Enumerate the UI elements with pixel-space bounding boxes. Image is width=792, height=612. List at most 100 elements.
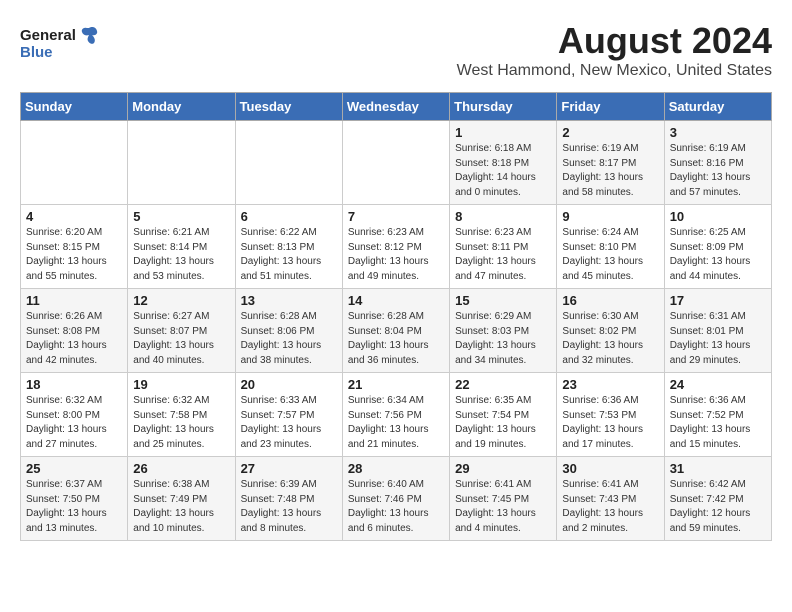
day-number: 7 bbox=[348, 209, 444, 224]
day-number: 1 bbox=[455, 125, 551, 140]
calendar-cell: 29Sunrise: 6:41 AM Sunset: 7:45 PM Dayli… bbox=[450, 457, 557, 541]
calendar-cell: 20 Sunrise: 6:33 AM Sunset: 7:57 PM Dayli… bbox=[235, 373, 342, 457]
calendar-cell: 11 Sunrise: 6:26 AM Sunset: 8:08 PM Dayli… bbox=[21, 289, 128, 373]
day-info: Sunrise: 6:41 AM Sunset: 7:43 PM Dayligh… bbox=[562, 478, 658, 536]
day-info: Sunrise: 6:40 AM Sunset: 7:46 PM Dayligh… bbox=[348, 478, 444, 536]
calendar-cell: 24 Sunrise: 6:36 AM Sunset: 7:52 PM Dayli… bbox=[664, 373, 771, 457]
day-info: Sunrise: 6:20 AM Sunset: 8:15 PM Dayligh… bbox=[26, 226, 122, 284]
column-header-saturday: Saturday bbox=[664, 93, 771, 121]
day-info: Sunrise: 6:33 AM Sunset: 7:57 PM Dayligh… bbox=[241, 394, 337, 452]
header-row: General Blue August 2024 West Hammond, N… bbox=[20, 20, 772, 84]
calendar-cell bbox=[235, 121, 342, 205]
day-info: Sunrise: 6:24 AM Sunset: 8:10 PM Dayligh… bbox=[562, 226, 658, 284]
calendar-cell: 21 Sunrise: 6:34 AM Sunset: 7:56 PM Dayli… bbox=[342, 373, 449, 457]
day-number: 14 bbox=[348, 293, 444, 308]
day-number: 11 bbox=[26, 293, 122, 308]
day-number: 4 bbox=[26, 209, 122, 224]
calendar-week-5: 25 Sunrise: 6:37 AM Sunset: 7:50 PM Dayli… bbox=[21, 457, 772, 541]
calendar-cell: 26Sunrise: 6:38 AM Sunset: 7:49 PM Dayli… bbox=[128, 457, 235, 541]
day-info: Sunrise: 6:18 AM Sunset: 8:18 PM Dayligh… bbox=[455, 142, 551, 200]
day-number: 16 bbox=[562, 293, 658, 308]
calendar-cell: 14 Sunrise: 6:28 AM Sunset: 8:04 PM Dayli… bbox=[342, 289, 449, 373]
day-info: Sunrise: 6:26 AM Sunset: 8:08 PM Dayligh… bbox=[26, 310, 122, 368]
day-number: 20 bbox=[241, 377, 337, 392]
calendar-cell: 10 Sunrise: 6:25 AM Sunset: 8:09 PM Dayli… bbox=[664, 205, 771, 289]
day-number: 31 bbox=[670, 461, 766, 476]
day-number: 22 bbox=[455, 377, 551, 392]
day-number: 21 bbox=[348, 377, 444, 392]
day-number: 24 bbox=[670, 377, 766, 392]
calendar-week-3: 11 Sunrise: 6:26 AM Sunset: 8:08 PM Dayli… bbox=[21, 289, 772, 373]
calendar-cell: 31Sunrise: 6:42 AM Sunset: 7:42 PM Dayli… bbox=[664, 457, 771, 541]
day-number: 17 bbox=[670, 293, 766, 308]
day-number: 5 bbox=[133, 209, 229, 224]
column-header-thursday: Thursday bbox=[450, 93, 557, 121]
day-info: Sunrise: 6:31 AM Sunset: 8:01 PM Dayligh… bbox=[670, 310, 766, 368]
calendar-cell: 13Sunrise: 6:28 AM Sunset: 8:06 PM Dayli… bbox=[235, 289, 342, 373]
day-number: 28 bbox=[348, 461, 444, 476]
day-number: 10 bbox=[670, 209, 766, 224]
calendar-cell: 27Sunrise: 6:39 AM Sunset: 7:48 PM Dayli… bbox=[235, 457, 342, 541]
day-info: Sunrise: 6:32 AM Sunset: 8:00 PM Dayligh… bbox=[26, 394, 122, 452]
calendar-cell: 30Sunrise: 6:41 AM Sunset: 7:43 PM Dayli… bbox=[557, 457, 664, 541]
calendar-cell: 28 Sunrise: 6:40 AM Sunset: 7:46 PM Dayli… bbox=[342, 457, 449, 541]
column-header-sunday: Sunday bbox=[21, 93, 128, 121]
calendar-cell: 17 Sunrise: 6:31 AM Sunset: 8:01 PM Dayli… bbox=[664, 289, 771, 373]
day-number: 3 bbox=[670, 125, 766, 140]
column-header-wednesday: Wednesday bbox=[342, 93, 449, 121]
calendar-cell: 8Sunrise: 6:23 AM Sunset: 8:11 PM Daylig… bbox=[450, 205, 557, 289]
day-info: Sunrise: 6:32 AM Sunset: 7:58 PM Dayligh… bbox=[133, 394, 229, 452]
day-info: Sunrise: 6:21 AM Sunset: 8:14 PM Dayligh… bbox=[133, 226, 229, 284]
day-info: Sunrise: 6:27 AM Sunset: 8:07 PM Dayligh… bbox=[133, 310, 229, 368]
day-info: Sunrise: 6:28 AM Sunset: 8:04 PM Dayligh… bbox=[348, 310, 444, 368]
day-info: Sunrise: 6:19 AM Sunset: 8:16 PM Dayligh… bbox=[670, 142, 766, 200]
column-header-monday: Monday bbox=[128, 93, 235, 121]
day-info: Sunrise: 6:37 AM Sunset: 7:50 PM Dayligh… bbox=[26, 478, 122, 536]
day-info: Sunrise: 6:36 AM Sunset: 7:52 PM Dayligh… bbox=[670, 394, 766, 452]
calendar-cell: 4 Sunrise: 6:20 AM Sunset: 8:15 PM Daylig… bbox=[21, 205, 128, 289]
day-number: 15 bbox=[455, 293, 551, 308]
day-info: Sunrise: 6:30 AM Sunset: 8:02 PM Dayligh… bbox=[562, 310, 658, 368]
page-subtitle: West Hammond, New Mexico, United States bbox=[20, 62, 772, 80]
day-info: Sunrise: 6:35 AM Sunset: 7:54 PM Dayligh… bbox=[455, 394, 551, 452]
day-number: 26 bbox=[133, 461, 229, 476]
day-number: 13 bbox=[241, 293, 337, 308]
day-number: 12 bbox=[133, 293, 229, 308]
calendar-cell bbox=[128, 121, 235, 205]
column-header-friday: Friday bbox=[557, 93, 664, 121]
day-info: Sunrise: 6:36 AM Sunset: 7:53 PM Dayligh… bbox=[562, 394, 658, 452]
calendar-cell: 23 Sunrise: 6:36 AM Sunset: 7:53 PM Dayli… bbox=[557, 373, 664, 457]
day-number: 19 bbox=[133, 377, 229, 392]
calendar-cell: 2 Sunrise: 6:19 AM Sunset: 8:17 PM Daylig… bbox=[557, 121, 664, 205]
calendar-cell: 16 Sunrise: 6:30 AM Sunset: 8:02 PM Dayli… bbox=[557, 289, 664, 373]
calendar-cell: 9 Sunrise: 6:24 AM Sunset: 8:10 PM Daylig… bbox=[557, 205, 664, 289]
page-title: August 2024 bbox=[20, 20, 772, 62]
calendar-cell: 19 Sunrise: 6:32 AM Sunset: 7:58 PM Dayli… bbox=[128, 373, 235, 457]
calendar-cell bbox=[342, 121, 449, 205]
day-number: 25 bbox=[26, 461, 122, 476]
day-number: 23 bbox=[562, 377, 658, 392]
day-number: 18 bbox=[26, 377, 122, 392]
day-number: 8 bbox=[455, 209, 551, 224]
calendar-cell: 1 Sunrise: 6:18 AM Sunset: 8:18 PM Daylig… bbox=[450, 121, 557, 205]
calendar-week-1: 1 Sunrise: 6:18 AM Sunset: 8:18 PM Daylig… bbox=[21, 121, 772, 205]
calendar-cell: 6Sunrise: 6:22 AM Sunset: 8:13 PM Daylig… bbox=[235, 205, 342, 289]
logo-blue: Blue bbox=[20, 44, 53, 61]
calendar-body: 1 Sunrise: 6:18 AM Sunset: 8:18 PM Daylig… bbox=[21, 121, 772, 541]
calendar-week-4: 18 Sunrise: 6:32 AM Sunset: 8:00 PM Dayli… bbox=[21, 373, 772, 457]
logo: General Blue bbox=[20, 24, 100, 61]
day-number: 9 bbox=[562, 209, 658, 224]
day-info: Sunrise: 6:22 AM Sunset: 8:13 PM Dayligh… bbox=[241, 226, 337, 284]
day-info: Sunrise: 6:25 AM Sunset: 8:09 PM Dayligh… bbox=[670, 226, 766, 284]
calendar-week-2: 4 Sunrise: 6:20 AM Sunset: 8:15 PM Daylig… bbox=[21, 205, 772, 289]
day-number: 27 bbox=[241, 461, 337, 476]
day-info: Sunrise: 6:41 AM Sunset: 7:45 PM Dayligh… bbox=[455, 478, 551, 536]
page-header: August 2024 West Hammond, New Mexico, Un… bbox=[20, 20, 772, 80]
calendar-cell: 7Sunrise: 6:23 AM Sunset: 8:12 PM Daylig… bbox=[342, 205, 449, 289]
day-info: Sunrise: 6:34 AM Sunset: 7:56 PM Dayligh… bbox=[348, 394, 444, 452]
logo-bird-icon bbox=[78, 24, 100, 46]
day-info: Sunrise: 6:19 AM Sunset: 8:17 PM Dayligh… bbox=[562, 142, 658, 200]
day-number: 2 bbox=[562, 125, 658, 140]
calendar-table: SundayMondayTuesdayWednesdayThursdayFrid… bbox=[20, 92, 772, 541]
column-header-tuesday: Tuesday bbox=[235, 93, 342, 121]
